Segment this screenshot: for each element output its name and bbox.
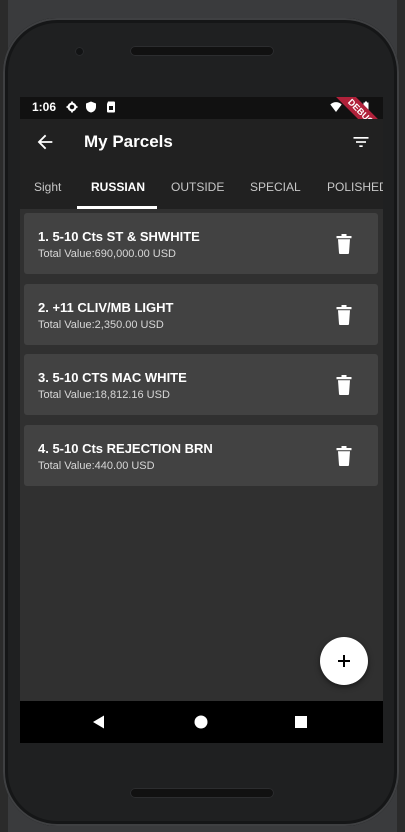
trash-icon[interactable] [336,375,352,395]
wifi-icon [330,102,342,112]
tab-special[interactable]: SPECIAL [250,165,301,209]
parcel-total-value: Total Value:690,000.00 USD [38,248,176,260]
parcel-title: 1. 5-10 Cts ST & SHWHITE [38,229,200,244]
app-screen: 1:06 DEBUG My Parcels Sight RUSSIAN OUTS… [20,97,383,743]
parcel-total-value: Total Value:440.00 USD [38,460,155,472]
earpiece-speaker [130,46,274,56]
trash-icon[interactable] [336,446,352,466]
filter-icon[interactable] [351,132,371,152]
tab-outside[interactable]: OUTSIDE [171,165,224,209]
trash-icon[interactable] [336,234,352,254]
nav-recents-icon[interactable] [293,714,309,730]
parcel-card[interactable]: 2. +11 CLIV/MB LIGHT Total Value:2,350.0… [24,284,378,345]
trash-icon[interactable] [336,305,352,325]
parcel-card[interactable]: 1. 5-10 Cts ST & SHWHITE Total Value:690… [24,213,378,274]
tab-russian[interactable]: RUSSIAN [91,165,145,209]
parcel-total-value: Total Value:18,812.16 USD [38,389,170,401]
app-bar: My Parcels [20,119,383,165]
page-title: My Parcels [84,132,173,151]
bottom-speaker [130,788,274,798]
tab-indicator [77,206,157,209]
parcel-title: 2. +11 CLIV/MB LIGHT [38,300,174,315]
parcel-title: 4. 5-10 Cts REJECTION BRN [38,441,213,456]
add-parcel-button[interactable] [320,637,368,685]
settings-gear-icon [66,101,78,113]
parcel-title: 3. 5-10 CTS MAC WHITE [38,370,187,385]
tab-bar: Sight RUSSIAN OUTSIDE SPECIAL POLISHED [20,165,383,209]
tab-sight[interactable]: Sight [34,165,61,209]
nav-back-icon[interactable] [91,714,107,730]
shield-icon [86,101,96,113]
arrow-back-icon[interactable] [34,131,56,153]
front-camera [75,47,84,56]
sim-card-icon [107,101,115,113]
parcel-card[interactable]: 3. 5-10 CTS MAC WHITE Total Value:18,812… [24,354,378,415]
parcel-total-value: Total Value:2,350.00 USD [38,319,164,331]
status-time: 1:06 [32,100,57,114]
system-navigation-bar [20,701,383,743]
nav-home-icon[interactable] [193,714,209,730]
status-bar: 1:06 DEBUG [20,97,383,147]
tab-polished[interactable]: POLISHED [327,165,383,209]
parcel-card[interactable]: 4. 5-10 Cts REJECTION BRN Total Value:44… [24,425,378,486]
plus-icon [338,655,350,667]
